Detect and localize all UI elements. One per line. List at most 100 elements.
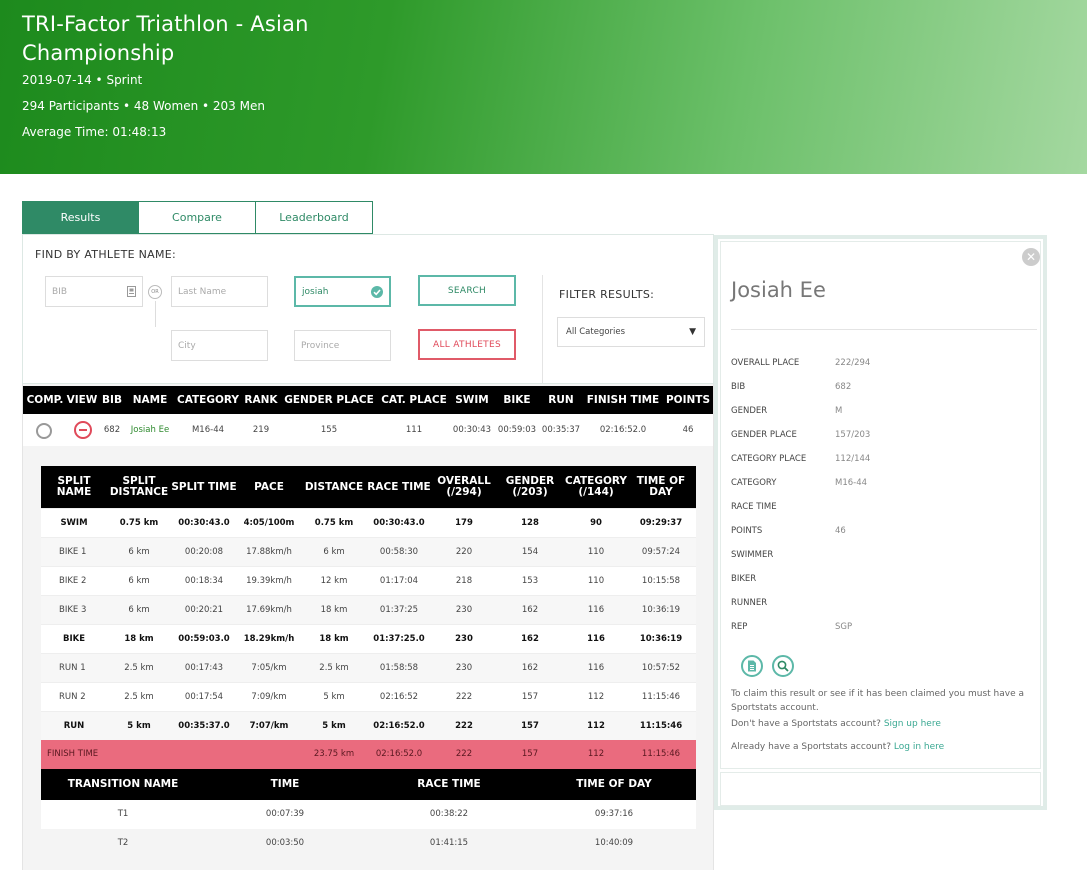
col-time-of-day: TIME OF DAY — [636, 475, 686, 498]
col-split-category: CATEGORY (/144) — [565, 475, 628, 498]
event-title: TRI-Factor Triathlon - Asian Championshi… — [22, 12, 309, 65]
row-finish: 02:16:52.0 — [599, 425, 647, 435]
profile-key: REP — [731, 622, 748, 632]
split-cell-time: 00:35:37.0 — [178, 721, 230, 731]
row-run: 00:35:37 — [541, 425, 581, 435]
split-cell-time: 00:30:43.0 — [178, 518, 230, 528]
event-participants: 294 Participants • 48 Women • 203 Men — [22, 99, 265, 113]
tab-results[interactable]: Results — [22, 201, 139, 234]
split-cell-race: 01:58:58 — [379, 663, 419, 673]
claim-text: To claim this result or see if it has be… — [731, 689, 1025, 713]
login-link[interactable]: Log in here — [894, 742, 944, 752]
already-account-text: Already have a Sportstats account? — [731, 742, 892, 752]
col-run: RUN — [548, 394, 574, 406]
first-name-input[interactable]: josiah — [294, 276, 391, 307]
row-points: 46 — [682, 425, 694, 435]
city-input[interactable]: City — [171, 330, 268, 361]
split-cell-distance: 5 km — [323, 692, 345, 702]
document-icon[interactable] — [741, 655, 763, 677]
compare-radio[interactable] — [36, 423, 52, 439]
tab-compare[interactable]: Compare — [139, 201, 256, 234]
split-cell-dist: 2.5 km — [124, 663, 154, 673]
finish-category: 112 — [587, 749, 605, 759]
row-bib: 682 — [103, 425, 121, 435]
search-button[interactable]: SEARCH — [418, 275, 516, 306]
all-athletes-button[interactable]: ALL ATHLETES — [418, 329, 516, 360]
split-cell-time: 00:18:34 — [184, 576, 224, 586]
finish-gender: 157 — [521, 749, 539, 759]
col-race-time: RACE TIME — [367, 480, 431, 493]
split-cell-pace: 7:09/km — [251, 692, 287, 702]
split-cell-distance: 18 km — [319, 634, 349, 644]
split-cell-gender: 162 — [521, 605, 539, 615]
signup-link[interactable]: Sign up here — [884, 719, 941, 729]
athlete-profile-card: ✕ Josiah Ee OVERALL PLACE 222/294 BIB 682 GE… — [714, 235, 1047, 810]
split-cell-category: 112 — [587, 721, 605, 731]
split-row: BIKE 3 6 km 00:20:21 17.69km/h 18 km 01:37:25… — [41, 595, 696, 624]
province-input[interactable]: Province — [294, 330, 391, 361]
id-card-icon — [127, 286, 136, 297]
transition-cell-tod: 09:37:16 — [594, 809, 634, 819]
col-gender: GENDER (/203) — [505, 475, 555, 498]
profile-value: 112/144 — [835, 454, 871, 464]
profile-key: OVERALL PLACE — [731, 358, 800, 368]
split-cell-gender: 162 — [521, 663, 539, 673]
split-cell-overall: 222 — [455, 692, 473, 702]
split-cell-tod: 11:15:46 — [639, 721, 683, 731]
split-cell-distance: 6 km — [323, 547, 345, 557]
no-account-text: Don't have a Sportstats account? — [731, 719, 881, 729]
results-table: COMP. VIEW BIB NAME CATEGORY RANK GENDER… — [22, 384, 714, 870]
row-category: M16-44 — [191, 425, 225, 435]
transition-cell-name: T2 — [117, 838, 129, 848]
split-cell-dist: 18 km — [124, 634, 154, 644]
split-cell-category: 110 — [587, 547, 605, 557]
split-cell-pace: 17.69km/h — [246, 605, 292, 615]
col-transition-time: TIME — [270, 778, 300, 790]
row-swim: 00:30:43 — [452, 425, 492, 435]
filter-results-label: FILTER RESULTS: — [559, 288, 655, 301]
tab-leaderboard[interactable]: Leaderboard — [256, 201, 373, 234]
split-cell-race: 02:16:52 — [379, 692, 419, 702]
category-filter-value: All Categories — [566, 327, 626, 337]
col-bib: BIB — [102, 394, 122, 406]
split-cell-gender: 162 — [521, 634, 539, 644]
first-name-value: josiah — [302, 286, 329, 297]
transition-row: T2 00:03:50 01:41:15 10:40:09 — [41, 829, 696, 858]
split-cell-overall: 230 — [455, 663, 473, 673]
split-cell-distance: 2.5 km — [319, 663, 349, 673]
view-tabs: Results Compare Leaderboard — [22, 201, 373, 234]
split-cell-dist: 6 km — [128, 605, 150, 615]
finish-overall: 222 — [455, 749, 473, 759]
transition-cell-race: 00:38:22 — [429, 809, 469, 819]
athlete-name-link[interactable]: Josiah Ee — [131, 414, 169, 446]
close-icon[interactable]: ✕ — [1022, 248, 1040, 266]
profile-value: 46 — [835, 526, 846, 536]
table-row[interactable]: 682 Josiah Ee M16-44 219 155 111 00:30:4… — [23, 414, 713, 446]
split-cell-name: RUN — [63, 721, 85, 731]
category-filter-select[interactable]: All Categories ▼ — [557, 317, 705, 347]
split-cell-gender: 154 — [521, 547, 539, 557]
col-name: NAME — [132, 394, 168, 406]
split-cell-name: RUN 1 — [59, 663, 86, 673]
split-cell-gender: 153 — [521, 576, 539, 586]
split-cell-tod: 09:29:37 — [639, 518, 683, 528]
split-cell-distance: 12 km — [320, 576, 348, 586]
split-cell-race: 01:37:25 — [379, 605, 419, 615]
col-rank: RANK — [244, 394, 278, 406]
split-cell-name: BIKE — [62, 634, 86, 644]
bib-input[interactable]: BIB — [45, 276, 143, 307]
split-cell-tod: 09:57:24 — [641, 547, 681, 557]
profile-key: BIB — [731, 382, 746, 392]
collapse-minus-icon[interactable] — [74, 421, 92, 439]
profile-key: POINTS — [731, 526, 763, 536]
split-cell-name: RUN 2 — [59, 692, 86, 702]
split-cell-race: 02:16:52.0 — [373, 721, 425, 731]
split-cell-gender: 157 — [521, 721, 539, 731]
col-cat-place: CAT. PLACE — [381, 394, 447, 406]
athlete-name: Josiah Ee — [731, 278, 826, 302]
split-cell-category: 90 — [590, 518, 602, 528]
last-name-input[interactable]: Last Name — [171, 276, 268, 307]
split-cell-gender: 157 — [521, 692, 539, 702]
search-icon[interactable] — [772, 655, 794, 677]
finish-label: FINISH TIME — [47, 749, 99, 759]
